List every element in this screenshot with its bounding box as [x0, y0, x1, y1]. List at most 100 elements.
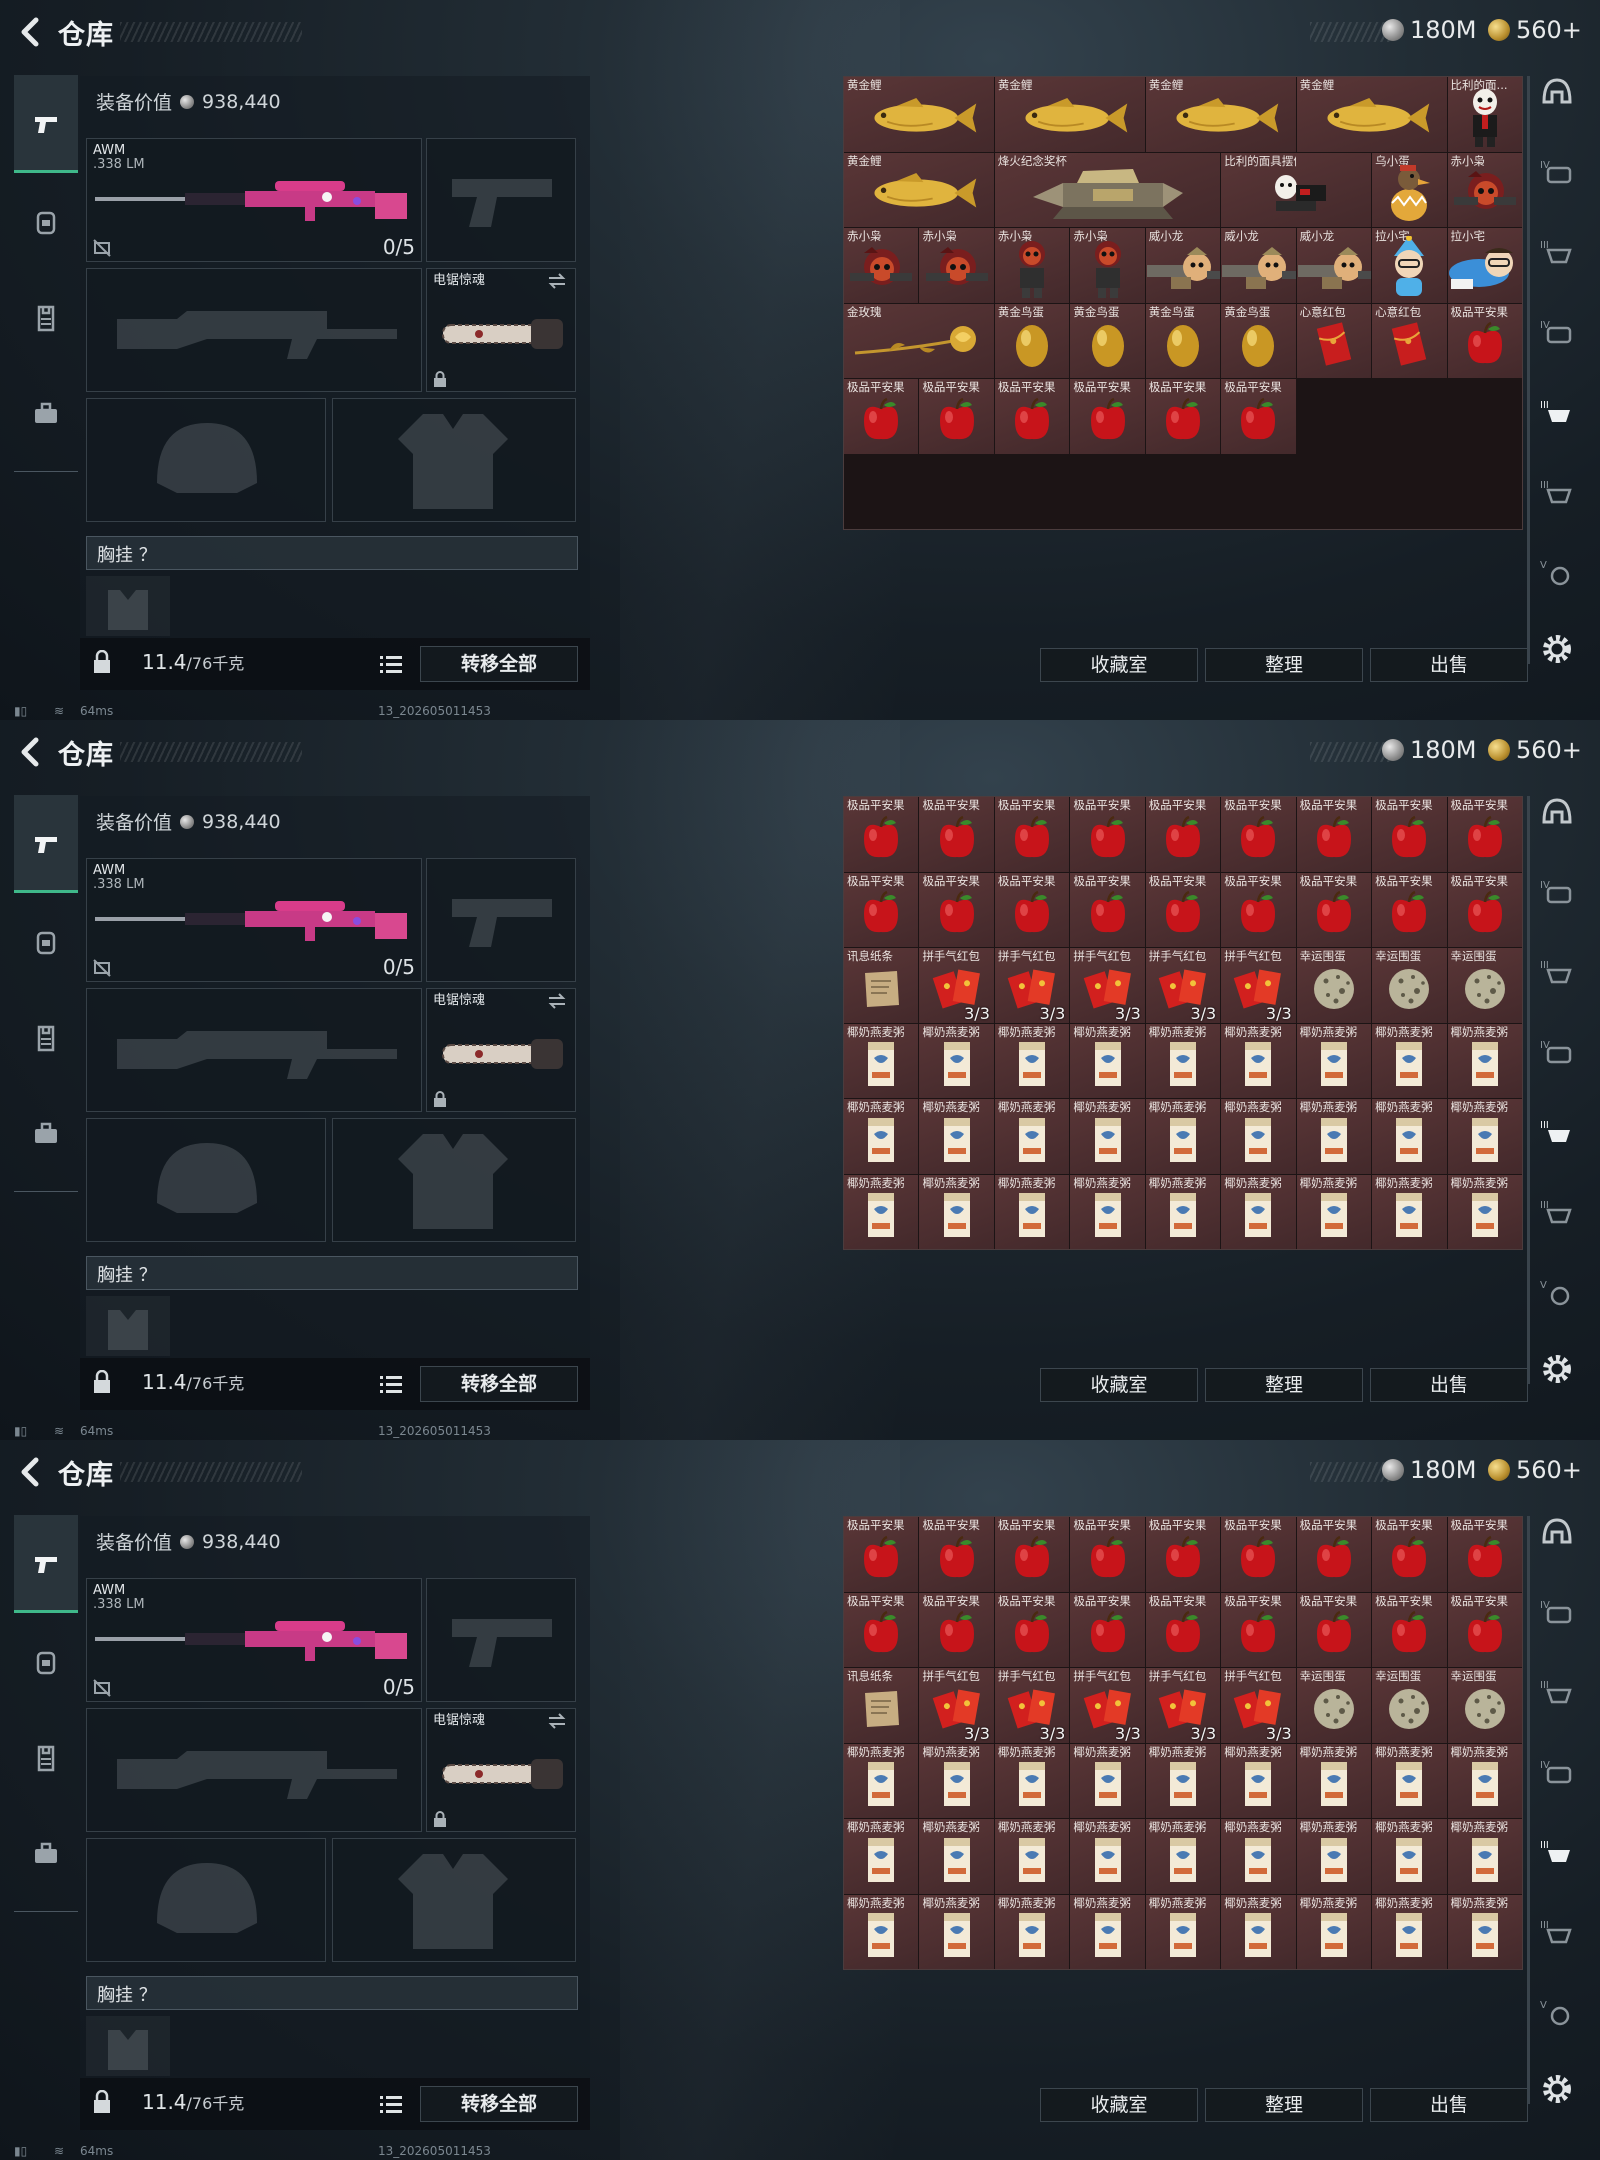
stash-item-cereal-pack[interactable]: 椰奶燕麦粥 — [844, 1099, 919, 1174]
stash-item-cereal-pack[interactable]: 椰奶燕麦粥 — [1070, 1894, 1145, 1969]
stash-item-golden-koi[interactable]: 黄金鲤 — [994, 77, 1145, 152]
stash-item-apple[interactable]: 极品平安果 — [1221, 797, 1296, 872]
stash-item-apple[interactable]: 极品平安果 — [1221, 872, 1296, 947]
armor-iv-tab-icon[interactable]: IV — [1540, 1036, 1574, 1066]
stash-item-cereal-pack[interactable]: 椰奶燕麦粥 — [994, 1174, 1070, 1249]
stash-item-apple[interactable]: 极品平安果 — [919, 1592, 994, 1667]
stash-item-golden-egg[interactable]: 黄金鸟蛋 — [1221, 303, 1296, 378]
stash-item-cereal-pack[interactable]: 椰奶燕麦粥 — [1221, 1174, 1296, 1249]
chest-rig-slot[interactable] — [86, 2016, 170, 2076]
silver-currency[interactable]: 180M — [1382, 1454, 1477, 1486]
stash-item-golden-koi[interactable]: 黄金鲤 — [844, 152, 994, 227]
stash-item-lucky-egg[interactable]: 幸运围蛋 — [1296, 948, 1372, 1023]
stash-item-apple[interactable]: 极品平安果 — [1296, 797, 1372, 872]
stash-item-cereal-pack[interactable]: 椰奶燕麦粥 — [994, 1894, 1070, 1969]
pistol-slot[interactable] — [426, 1578, 576, 1702]
list-icon[interactable] — [380, 1374, 402, 1394]
stash-item-little-dragon[interactable]: 威小龙 — [1145, 228, 1221, 303]
stash-item-otaku-figure[interactable]: 拉小宅 — [1447, 228, 1522, 303]
stash-item-cereal-pack[interactable]: 椰奶燕麦粥 — [844, 1174, 919, 1249]
stash-item-cereal-pack[interactable]: 椰奶燕麦粥 — [844, 1023, 919, 1098]
stash-item-cereal-pack[interactable]: 椰奶燕麦粥 — [994, 1099, 1070, 1174]
stash-item-apple[interactable]: 极品平安果 — [1296, 1517, 1372, 1592]
armor-slot[interactable] — [332, 1118, 576, 1242]
stash-item-cereal-pack[interactable]: 椰奶燕麦粥 — [919, 1174, 994, 1249]
stash-item-apple[interactable]: 极品平安果 — [844, 1517, 919, 1592]
stash-item-cereal-pack[interactable]: 椰奶燕麦粥 — [1447, 1023, 1522, 1098]
nav-tab-weapons[interactable] — [14, 1515, 78, 1613]
swap-icon[interactable] — [547, 993, 567, 1009]
stash-item-apple[interactable]: 极品平安果 — [919, 1517, 994, 1592]
lock-icon[interactable] — [92, 2090, 112, 2114]
transfer-all-button[interactable]: 转移全部 — [420, 1366, 578, 1402]
stash-item-little-dragon[interactable]: 威小龙 — [1221, 228, 1296, 303]
chest-rig-header[interactable]: 胸挂 ？ — [86, 1976, 578, 2010]
helmet-slot[interactable] — [86, 1838, 326, 1962]
stash-item-golden-koi[interactable]: 黄金鲤 — [1145, 77, 1296, 152]
stash-item-cereal-pack[interactable]: 椰奶燕麦粥 — [1145, 1743, 1221, 1818]
stash-item-trophy[interactable]: 烽火纪念奖杯 — [994, 152, 1221, 227]
stash-item-otaku-figure[interactable]: 拉小宅 — [1372, 228, 1447, 303]
armor-iii-tab-icon[interactable]: III — [1540, 1676, 1574, 1706]
primary-weapon-slot[interactable]: AWM .338 LM 0/5 — [86, 1578, 422, 1702]
stash-item-duck-egg[interactable]: 乌小蛋 — [1372, 152, 1447, 227]
sell-button[interactable]: 出售 — [1370, 648, 1528, 682]
armor-slot[interactable] — [332, 398, 576, 522]
lock-icon[interactable] — [92, 650, 112, 674]
stash-item-apple[interactable]: 极品平安果 — [844, 797, 919, 872]
stash-item-golden-egg[interactable]: 黄金鸟蛋 — [994, 303, 1070, 378]
stash-item-cereal-pack[interactable]: 椰奶燕麦粥 — [1372, 1023, 1447, 1098]
vest-icon[interactable] — [32, 1743, 60, 1773]
lock-icon[interactable] — [92, 1370, 112, 1394]
armor-iii-tab-icon[interactable]: III — [1540, 236, 1574, 266]
stash-item-message-note[interactable]: 讯息纸条 — [844, 948, 919, 1023]
backpack-icon[interactable] — [32, 207, 60, 237]
silver-currency[interactable]: 180M — [1382, 14, 1477, 46]
chest-rig-header[interactable]: 胸挂 ？ — [86, 536, 578, 570]
stash-item-little-dragon[interactable]: 威小龙 — [1296, 228, 1372, 303]
stash-item-cereal-pack[interactable]: 椰奶燕麦粥 — [1070, 1099, 1145, 1174]
stash-item-cereal-pack[interactable]: 椰奶燕麦粥 — [1372, 1894, 1447, 1969]
gold-currency[interactable]: 560+ — [1488, 14, 1582, 46]
stash-item-golden-egg[interactable]: 黄金鸟蛋 — [1145, 303, 1221, 378]
stash-item-apple[interactable]: 极品平安果 — [1070, 1517, 1145, 1592]
stash-item-cereal-pack[interactable]: 椰奶燕麦粥 — [994, 1819, 1070, 1894]
list-icon[interactable] — [380, 2094, 402, 2114]
settings-icon[interactable] — [1540, 1352, 1574, 1383]
armor-iii-tab-icon[interactable]: III — [1540, 476, 1574, 506]
stash-item-lucky-egg[interactable]: 幸运围蛋 — [1372, 948, 1447, 1023]
stash-item-apple[interactable]: 极品平安果 — [844, 379, 919, 454]
back-arrow-icon[interactable] — [16, 1454, 44, 1490]
stash-item-apple[interactable]: 极品平安果 — [994, 872, 1070, 947]
backpack-icon[interactable] — [32, 927, 60, 957]
stash-item-cereal-pack[interactable]: 椰奶燕麦粥 — [1447, 1894, 1522, 1969]
stash-item-billy-mask[interactable]: 比利的面具摆件 — [1221, 152, 1372, 227]
swap-icon[interactable] — [547, 273, 567, 289]
stash-item-cereal-pack[interactable]: 椰奶燕麦粥 — [1145, 1023, 1221, 1098]
stash-item-cereal-pack[interactable]: 椰奶燕麦粥 — [919, 1023, 994, 1098]
armor-v-tab-icon[interactable]: V — [1540, 1996, 1574, 2026]
back-arrow-icon[interactable] — [16, 734, 44, 770]
armor-iv-tab-icon[interactable]: IV — [1540, 316, 1574, 346]
stash-item-apple[interactable]: 极品平安果 — [1145, 1592, 1221, 1667]
stash-item-apple[interactable]: 极品平安果 — [1070, 797, 1145, 872]
stash-item-cereal-pack[interactable]: 椰奶燕麦粥 — [1221, 1894, 1296, 1969]
sort-button[interactable]: 整理 — [1205, 1368, 1363, 1402]
stash-item-red-packet[interactable]: 拼手气红包 3/3 — [994, 1668, 1070, 1743]
settings-icon[interactable] — [1540, 632, 1574, 663]
stash-item-apple[interactable]: 极品平安果 — [919, 797, 994, 872]
stash-item-cereal-pack[interactable]: 椰奶燕麦粥 — [1447, 1819, 1522, 1894]
stash-item-cereal-pack[interactable]: 椰奶燕麦粥 — [919, 1894, 994, 1969]
stash-item-apple[interactable]: 极品平安果 — [1145, 1517, 1221, 1592]
helmet-slot[interactable] — [86, 398, 326, 522]
stash-scrollbar[interactable] — [1527, 1516, 1530, 2104]
stash-item-cereal-pack[interactable]: 椰奶燕麦粥 — [1145, 1099, 1221, 1174]
melee-slot[interactable]: 电锯惊魂 — [426, 988, 576, 1112]
armor-iii-tab-icon[interactable]: III — [1540, 1836, 1574, 1866]
pistol-slot[interactable] — [426, 858, 576, 982]
stash-item-cereal-pack[interactable]: 椰奶燕麦粥 — [1372, 1743, 1447, 1818]
stash-item-golden-koi[interactable]: 黄金鲤 — [1296, 77, 1447, 152]
stash-item-cereal-pack[interactable]: 椰奶燕麦粥 — [1221, 1023, 1296, 1098]
armor-iii-tab-icon[interactable]: III — [1540, 1116, 1574, 1146]
backpack-icon[interactable] — [32, 1647, 60, 1677]
